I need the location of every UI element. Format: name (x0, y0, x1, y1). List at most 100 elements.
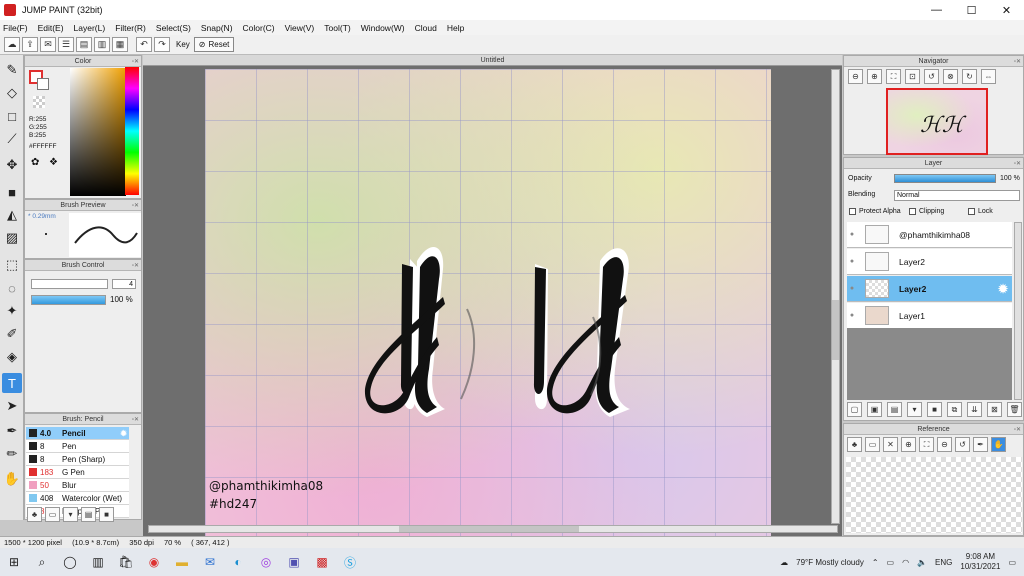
brush-item[interactable]: 4.0 Pencil ✹ (26, 427, 129, 440)
notifications-icon[interactable]: ▭ (1008, 558, 1016, 567)
magic-wand-tool-icon[interactable]: ✦ (2, 301, 22, 321)
bucket-tool-icon[interactable]: ◭ (2, 205, 22, 225)
ref-eyedropper-icon[interactable]: ✒ (973, 437, 988, 452)
menu-help[interactable]: Help (447, 23, 464, 33)
panel-options-icon[interactable]: ▫✕ (1014, 159, 1021, 170)
weather-text[interactable]: 79°F Mostly cloudy (796, 558, 864, 567)
hue-slider[interactable] (125, 67, 139, 195)
layer-visibility-icon[interactable]: ● (847, 231, 857, 238)
volume-icon[interactable]: 🔈 (917, 558, 927, 567)
line-tool-icon[interactable]: ⟋ (2, 129, 22, 149)
redo-icon[interactable]: ↷ (154, 37, 170, 52)
store-icon[interactable]: 🛍 (112, 548, 140, 576)
flip-icon[interactable]: ⇔ (981, 69, 996, 84)
ref-zoom-out-icon[interactable]: ⊖ (937, 437, 952, 452)
comment-icon[interactable]: ✉ (40, 37, 56, 52)
rotate-left-icon[interactable]: ↺ (924, 69, 939, 84)
duplicate-layer-icon[interactable]: ⧉ (947, 402, 962, 417)
operation-tool-icon[interactable]: ➤ (2, 396, 22, 416)
fit-window-icon[interactable]: ⛶ (886, 69, 901, 84)
messenger-icon[interactable]: ◎ (252, 548, 280, 576)
select-eraser-tool-icon[interactable]: ◈ (2, 347, 22, 367)
new-folder-icon[interactable]: ■ (927, 402, 942, 417)
ref-open-icon[interactable]: ▭ (865, 437, 880, 452)
ref-hand-icon[interactable]: ✋ (991, 437, 1006, 452)
reset-button[interactable]: ⊘ Reset (193, 37, 235, 52)
cloud-icon[interactable]: ☁ (4, 37, 20, 52)
minimize-button[interactable]: — (919, 4, 954, 17)
brush-opacity-slider[interactable] (31, 295, 106, 305)
merge-down-icon[interactable]: ⇊ (967, 402, 982, 417)
background-color-swatch[interactable] (37, 78, 49, 90)
artboard[interactable]: @phamthikimha08 #hd247 (205, 69, 771, 576)
language-indicator[interactable]: ENG (935, 558, 952, 567)
chat-icon[interactable]: ☰ (58, 37, 74, 52)
layer-row[interactable]: ● Layer1 (847, 303, 1012, 329)
document-icon[interactable]: ▤ (76, 37, 92, 52)
mail-icon[interactable]: ✉ (196, 548, 224, 576)
brush-folder2-icon[interactable]: ■ (99, 507, 114, 522)
brush-size-slider[interactable] (31, 279, 108, 289)
zoom-in-icon[interactable]: ⊕ (867, 69, 882, 84)
panel-options-icon[interactable]: ▫✕ (1014, 57, 1021, 68)
new-8bit-layer-icon[interactable]: ▣ (867, 402, 882, 417)
lasso-tool-icon[interactable]: ◌ (2, 278, 22, 298)
add-layer-menu-icon[interactable]: ▾ (907, 402, 922, 417)
layer-row[interactable]: ● Layer2 ✹ (847, 276, 1012, 302)
layer-settings-icon[interactable]: ✹ (998, 282, 1008, 296)
clipping-checkbox[interactable]: Clipping (909, 208, 944, 215)
menu-color[interactable]: Color(C) (243, 23, 275, 33)
grid-icon[interactable]: ▦ (112, 37, 128, 52)
protect-alpha-checkbox[interactable]: Protect Alpha (849, 208, 901, 215)
menu-window[interactable]: Window(W) (361, 23, 405, 33)
brush-folder-icon[interactable]: ▭ (45, 507, 60, 522)
menu-filter[interactable]: Filter(R) (115, 23, 146, 33)
blending-select[interactable]: Normal (894, 190, 1020, 201)
delete-layer-icon[interactable]: 🗑 (1007, 402, 1022, 417)
tray-chevron-icon[interactable]: ⌃ (872, 558, 879, 567)
search-icon[interactable]: ⌕ (28, 548, 56, 576)
ref-fit-icon[interactable]: ⛶ (919, 437, 934, 452)
palette-icon[interactable]: ✿ (31, 157, 39, 168)
vertical-scrollbar[interactable] (831, 69, 840, 524)
undo-icon[interactable]: ↶ (136, 37, 152, 52)
multitask-icon[interactable]: ▥ (84, 548, 112, 576)
zoom-out-icon[interactable]: ⊖ (848, 69, 863, 84)
palette-edit-icon[interactable]: ❖ (49, 157, 58, 168)
weather-icon[interactable]: ☁ (780, 558, 788, 567)
menu-cloud[interactable]: Cloud (415, 23, 437, 33)
teams-icon[interactable]: ▣ (280, 548, 308, 576)
transparent-color-swatch[interactable] (33, 96, 45, 108)
file-explorer-icon[interactable]: ▬ (168, 548, 196, 576)
saturation-value-picker[interactable] (70, 68, 126, 196)
wifi-icon[interactable]: ◠ (902, 558, 909, 567)
horizontal-scroll-thumb[interactable] (399, 526, 579, 532)
menu-view[interactable]: View(V) (285, 23, 315, 33)
layer-opacity-slider[interactable] (894, 174, 996, 183)
brush-settings-icon[interactable]: ✹ (120, 429, 127, 438)
eyedropper-tool-icon[interactable]: ✒ (2, 421, 22, 441)
clock[interactable]: 9:08 AM 10/31/2021 (960, 552, 1000, 572)
brush-copy-icon[interactable]: ▤ (81, 507, 96, 522)
ref-rotate-icon[interactable]: ↺ (955, 437, 970, 452)
edge-icon[interactable]: ◐ (224, 548, 252, 576)
brush-item[interactable]: 50 Blur (26, 479, 129, 492)
skype-icon[interactable]: Ⓢ (336, 548, 364, 576)
move-tool-icon[interactable]: ✥ (2, 155, 22, 175)
layer-visibility-icon[interactable]: ● (847, 312, 857, 319)
canvas-tab[interactable]: Untitled (143, 55, 842, 66)
new-1bit-layer-icon[interactable]: ▤ (887, 402, 902, 417)
brush-size-input[interactable]: 4 (112, 279, 136, 289)
layer-row[interactable]: ● @phamthikimha08 (847, 222, 1012, 248)
select-rect-tool-icon[interactable]: ⬚ (2, 255, 22, 275)
clear-layer-icon[interactable]: ⊠ (987, 402, 1002, 417)
close-button[interactable]: ✕ (989, 4, 1024, 17)
layer-list-scrollbar[interactable] (1014, 222, 1022, 400)
jump-paint-taskbar-icon[interactable]: ▩ (308, 548, 336, 576)
menu-edit[interactable]: Edit(E) (38, 23, 64, 33)
menu-file[interactable]: File(F) (3, 23, 28, 33)
vertical-scroll-thumb[interactable] (832, 300, 839, 360)
menu-select[interactable]: Select(S) (156, 23, 191, 33)
horizontal-scrollbar[interactable] (148, 525, 838, 533)
panel-options-icon[interactable]: ▫✕ (1014, 425, 1021, 436)
